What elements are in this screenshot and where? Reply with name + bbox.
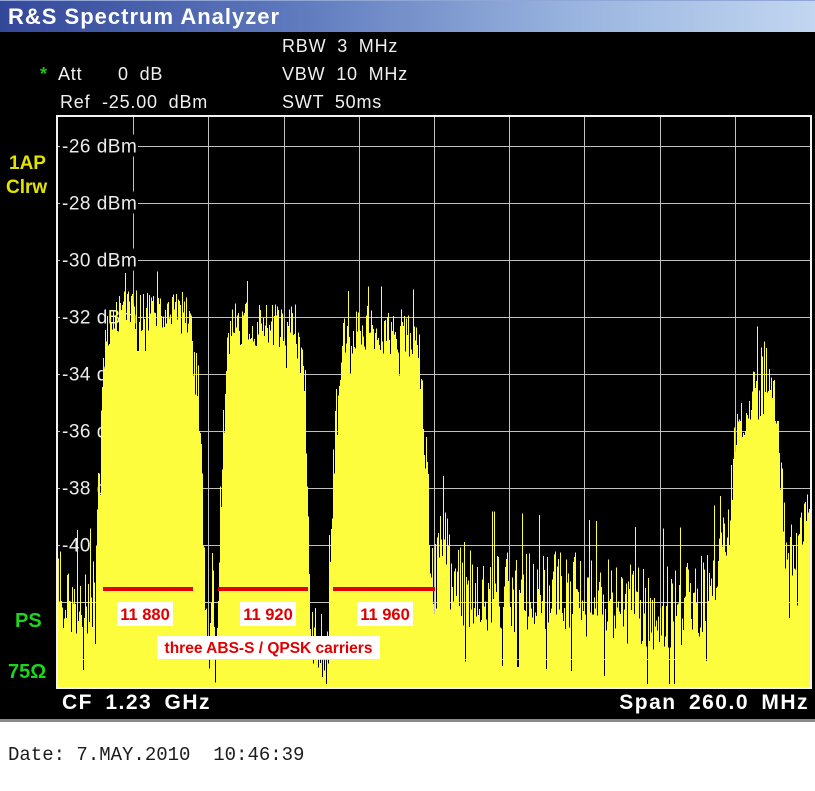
y-tick-label: -30 dBm xyxy=(62,251,137,272)
analyzer-screen: R&S Spectrum Analyzer * Att 0 dB Ref -25… xyxy=(0,0,815,719)
span-label: Span 260.0 MHz xyxy=(619,691,809,715)
carrier-frequency-label: 11 960 xyxy=(360,606,410,624)
annotation-text: three ABS-S / QPSK carriers xyxy=(165,640,373,657)
rbw-value: RBW 3 MHz xyxy=(282,36,398,57)
carrier-marker-line xyxy=(333,587,435,591)
screen-bottom-edge xyxy=(0,719,815,722)
att-value: 0 dB xyxy=(118,64,163,85)
carrier-marker-line xyxy=(218,587,308,591)
plot-area: -26 dBm-28 dBm-30 dBm-32 dBm-34 dBm-36 d… xyxy=(56,115,812,689)
footer-bar: CF 1.23 GHz Span 260.0 MHz xyxy=(0,690,815,719)
ps-status-label: PS xyxy=(15,610,42,633)
y-tick-label: -28 dBm xyxy=(62,194,137,215)
trace-number-label: 1AP xyxy=(9,153,46,175)
carrier-frequency-label: 11 880 xyxy=(120,606,170,624)
carrier-marker-line xyxy=(103,587,193,591)
ref-value: -25.00 dBm xyxy=(102,92,208,113)
center-frequency-label: CF 1.23 GHz xyxy=(62,691,211,715)
app-title: R&S Spectrum Analyzer xyxy=(8,4,280,30)
vbw-value: VBW 10 MHz xyxy=(282,64,408,85)
carrier-frequency-label: 11 920 xyxy=(243,606,293,624)
spectrum-svg: -26 dBm-28 dBm-30 dBm-32 dBm-34 dBm-36 d… xyxy=(56,115,812,689)
ref-label: Ref xyxy=(60,92,90,113)
trace-mode-label: Clrw xyxy=(6,177,47,199)
date-text: Date: 7.MAY.2010 10:46:39 xyxy=(8,744,304,766)
y-tick-label: -26 dBm xyxy=(62,137,137,158)
impedance-label: 75Ω xyxy=(8,661,46,684)
title-bar: R&S Spectrum Analyzer xyxy=(0,0,815,32)
swt-value: SWT 50ms xyxy=(282,92,382,113)
att-label: Att xyxy=(58,64,82,85)
att-asterisk-icon: * xyxy=(40,64,48,85)
